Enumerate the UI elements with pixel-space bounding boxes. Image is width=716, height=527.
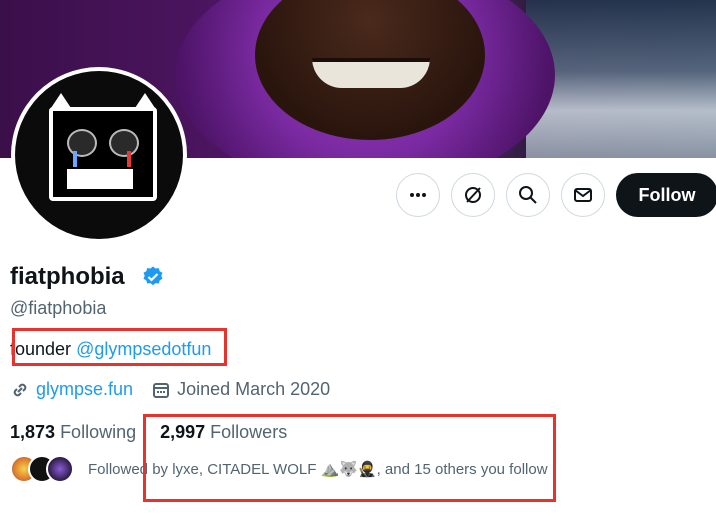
follower-avatar — [46, 455, 74, 483]
website-link[interactable]: glympse.fun — [36, 379, 133, 400]
banner-smile — [312, 58, 430, 88]
message-button[interactable] — [561, 173, 605, 217]
following-stat[interactable]: 1,873 Following — [10, 422, 136, 443]
follow-button[interactable]: Follow — [616, 173, 716, 217]
cat-logo-icon — [49, 93, 157, 201]
profile-handle: @fiatphobia — [10, 298, 107, 318]
search-icon — [519, 186, 537, 204]
following-count: 1,873 — [10, 422, 56, 442]
highlight-box-followers — [143, 414, 556, 502]
joined-date: Joined March 2020 — [177, 379, 331, 399]
search-button[interactable] — [506, 173, 550, 217]
grok-button[interactable] — [451, 173, 495, 217]
profile-meta: glympse.fun Joined March 2020 — [10, 379, 348, 400]
grok-icon — [465, 187, 481, 203]
avatar[interactable] — [15, 71, 183, 239]
website-item[interactable]: glympse.fun — [10, 379, 133, 400]
calendar-icon — [153, 382, 170, 398]
joined-item: Joined March 2020 — [151, 379, 330, 400]
highlight-box-bio — [12, 328, 227, 366]
link-icon — [13, 383, 27, 396]
verified-badge-icon — [143, 266, 163, 286]
following-label: Following — [60, 422, 137, 442]
mail-icon — [574, 188, 592, 202]
more-button[interactable] — [396, 173, 440, 217]
profile-name: fiatphobia — [10, 263, 125, 290]
more-icon — [410, 193, 426, 197]
